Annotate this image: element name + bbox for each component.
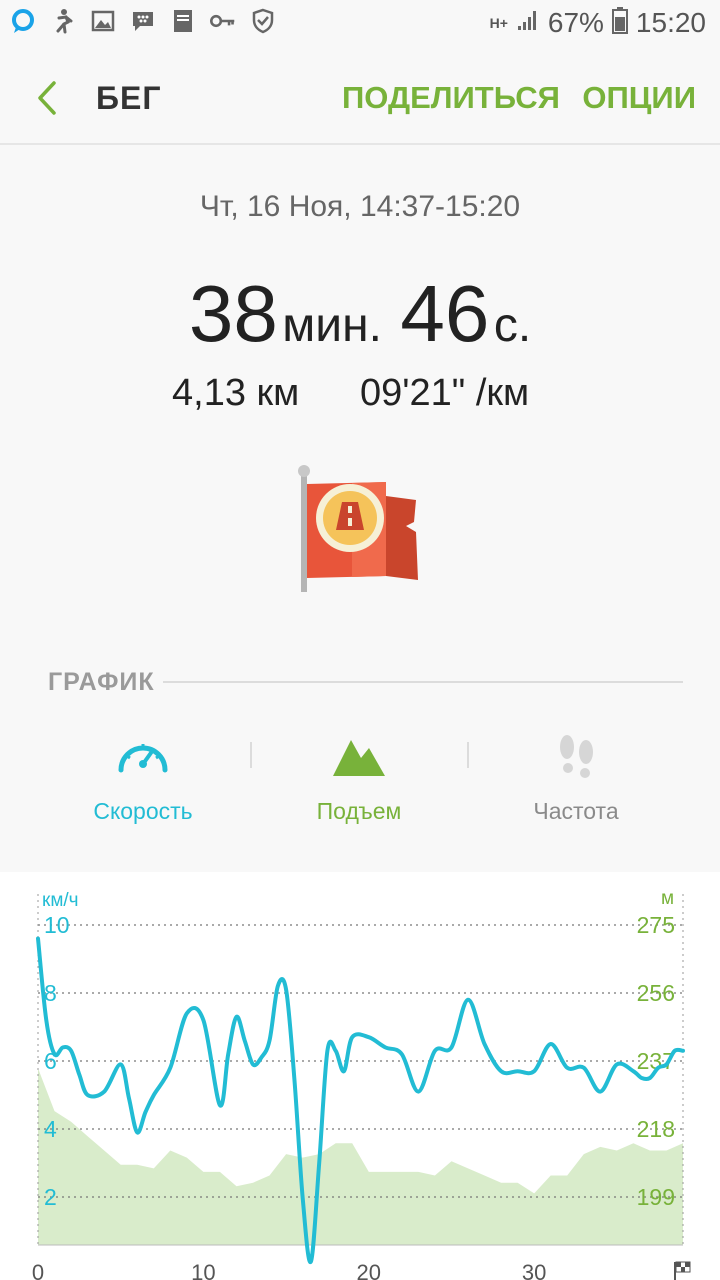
key-icon (210, 8, 236, 34)
left-tick-label: 4 (44, 1116, 57, 1142)
mountain-icon (329, 730, 389, 780)
page-title: БЕГ (96, 80, 162, 116)
right-tick-label: 256 (637, 980, 675, 1006)
x-tick-label: 10 (191, 1260, 215, 1280)
app-header: БЕГ ПОДЕЛИТЬСЯ ОПЦИИ (0, 50, 720, 145)
tab-elevation-label: Подъем (316, 798, 402, 824)
graph-section-title: ГРАФИК (48, 668, 155, 696)
signal-icon (516, 8, 540, 37)
share-button[interactable]: ПОДЕЛИТЬСЯ (342, 80, 560, 116)
section-divider (163, 681, 683, 683)
tab-cadence[interactable]: Частота педалирования (476, 730, 676, 832)
tab-speed[interactable]: Скорость (43, 730, 243, 826)
left-tick-label: 2 (44, 1184, 57, 1210)
right-tick-label: 218 (637, 1116, 675, 1142)
x-tick-label: 0 (32, 1260, 44, 1280)
duration-seconds: 46 (400, 269, 490, 358)
duration-minutes-unit: мин. (282, 299, 382, 352)
left-tick-label: 10 (44, 912, 70, 938)
footsteps-icon (546, 730, 606, 780)
distance-value: 4,13 км (172, 372, 300, 414)
tab-separator (250, 742, 252, 768)
bible-book-icon (170, 8, 196, 34)
assistant-bubble-icon (10, 8, 36, 34)
options-button[interactable]: ОПЦИИ (582, 80, 696, 116)
tab-elevation[interactable]: Подъем (259, 730, 459, 826)
gallery-icon (90, 8, 116, 34)
right-axis-unit: м (661, 888, 674, 909)
speedometer-icon (113, 730, 173, 780)
right-tick-label: 199 (637, 1184, 675, 1210)
x-tick-label: 20 (357, 1260, 381, 1280)
workout-duration: 38 мин. 46 с. (0, 268, 720, 360)
finish-flag-icon (674, 1261, 691, 1280)
route-flag-icon (296, 464, 424, 596)
shield-check-icon (250, 8, 276, 34)
network-type: H+ (489, 14, 508, 31)
workout-chart: км/ч м 10 8 6 4 2 275 256 237 218 199 0 10 20 30 (0, 872, 720, 1280)
tab-speed-label: Скорость (93, 798, 193, 824)
battery-icon (611, 6, 628, 39)
clock: 15:20 (635, 6, 706, 38)
chart-svg: км/ч м1086422752562372181990 10 20 30 (32, 888, 691, 1280)
workout-date: Чт, 16 Ноя, 14:37-15:20 (199, 190, 521, 223)
bbm-chat-icon (130, 8, 156, 34)
x-tick-label: 30 (522, 1260, 546, 1280)
running-man-icon (50, 8, 76, 34)
duration-minutes: 38 (188, 269, 278, 358)
right-tick-label: 275 (637, 912, 675, 938)
back-arrow-icon[interactable] (32, 78, 62, 118)
battery-percent: 67% (547, 6, 604, 38)
tab-cadence-label: Частота педалирования (493, 798, 659, 832)
status-bar: H+ 67% 15:20 (0, 0, 720, 50)
left-axis-unit: км/ч (42, 890, 79, 911)
tab-separator (467, 742, 469, 768)
workout-stats: 4,13 км 09'21" /км (0, 372, 720, 422)
elevation-area (38, 1068, 683, 1245)
pace-value: 09'21" /км (360, 372, 530, 414)
duration-seconds-unit: с. (493, 299, 532, 352)
